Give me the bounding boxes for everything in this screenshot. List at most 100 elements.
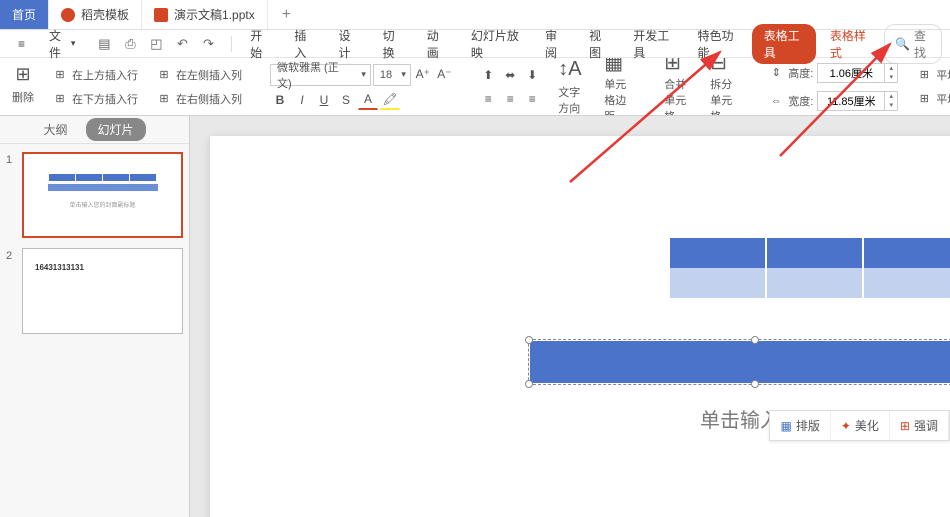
dist-cols-icon: ⊞ [916, 91, 932, 107]
search-icon: 🔍 [895, 37, 910, 51]
layout-icon: ▦ [780, 419, 791, 433]
thumb2-title: 16431313131 [35, 263, 170, 272]
tab-slides[interactable]: 幻灯片 [86, 118, 146, 141]
text-direction[interactable]: ↕A 文字方向 [552, 58, 588, 116]
ribbon: ⊞ 删除 ⊞在上方插入行 ⊞在下方插入行 ⊞在左侧插入列 ⊞在右侧插入列 微软雅… [0, 58, 950, 116]
bold-icon[interactable]: B [270, 90, 290, 110]
strike-icon[interactable]: S [336, 90, 356, 110]
delete-button[interactable]: 删除 [8, 87, 38, 107]
delete-icon[interactable]: ⊞ [15, 67, 31, 83]
width-spinner[interactable]: ▴▾ [817, 91, 898, 111]
menu-slideshow[interactable]: 幻灯片放映 [461, 23, 531, 65]
emphasis-icon: ⊞ [900, 419, 910, 433]
group-size: ⇕ 高度: ▴▾ ⇔ 宽度: ▴▾ [764, 61, 902, 113]
menu-start[interactable]: 开始 [240, 23, 280, 65]
merge-cells[interactable]: ⊞ 合并单元格 [658, 58, 694, 116]
resize-handle[interactable] [751, 336, 759, 344]
slide-panel: 大纲 幻灯片 1 单击输入您的封面副标题 2 16431313131 [0, 116, 190, 517]
cell-margin[interactable]: ▦ 单元格边距 [598, 58, 634, 116]
beauty-icon: ✦ [841, 419, 851, 433]
group-insert-col: ⊞在左侧插入列 ⊞在右侧插入列 [152, 65, 246, 109]
resize-handle[interactable] [525, 336, 533, 344]
print-icon[interactable]: ⎙ [121, 35, 139, 53]
divider [231, 36, 232, 52]
redo-icon[interactable]: ↷ [199, 35, 217, 53]
menu-transition[interactable]: 切换 [373, 23, 413, 65]
panel-tabs: 大纲 幻灯片 [0, 116, 189, 144]
spin-down-icon[interactable]: ▾ [885, 73, 897, 82]
row-below-icon: ⊞ [52, 91, 68, 107]
thumbnail-2[interactable]: 16431313131 [22, 248, 183, 334]
menu-animation[interactable]: 动画 [417, 23, 457, 65]
align-center-icon[interactable]: ≡ [500, 89, 520, 109]
insert-col-right[interactable]: ⊞在右侧插入列 [152, 89, 246, 109]
tab-template-label: 稻壳模板 [81, 6, 129, 23]
slide[interactable]: 单击输入您的封面副标 [210, 136, 950, 517]
highlight-icon[interactable]: 🖍 [380, 90, 400, 110]
float-layout[interactable]: ▦排版 [770, 411, 830, 440]
dist-rows[interactable]: ⊞平均分布各行 [912, 65, 950, 85]
float-toolbar: ▦排版 ✦美化 ⊞强调 [769, 410, 950, 441]
underline-icon[interactable]: U [314, 90, 334, 110]
increase-font-icon[interactable]: A⁺ [413, 64, 433, 84]
insert-row-above[interactable]: ⊞在上方插入行 [48, 65, 142, 85]
tab-document-label: 演示文稿1.pptx [174, 6, 255, 23]
chevron-down-icon: ▾ [401, 69, 406, 80]
spin-up-icon[interactable]: ▴ [885, 64, 897, 73]
chevron-down-icon: ▾ [71, 38, 76, 49]
thumb-number: 1 [6, 152, 16, 238]
preview-icon[interactable]: ◰ [147, 35, 165, 53]
insert-col-left[interactable]: ⊞在左侧插入列 [152, 65, 246, 85]
hamburger-menu[interactable]: ≡ [8, 33, 35, 55]
font-name-select[interactable]: 微软雅黑 (正文)▾ [270, 64, 371, 86]
text-direction-icon: ↕A [558, 58, 582, 82]
float-emphasis[interactable]: ⊞强调 [890, 411, 949, 440]
group-delete: ⊞ 删除 [8, 67, 38, 107]
width-label: 宽度: [788, 93, 813, 109]
menu-table-tools[interactable]: 表格工具 [752, 24, 816, 64]
width-icon: ⇔ [768, 93, 784, 109]
save-icon[interactable]: ▤ [95, 35, 113, 53]
group-distribute: ⊞平均分布各行 ⊞平均分布各列 [912, 65, 950, 109]
decrease-font-icon[interactable]: A⁻ [435, 64, 455, 84]
menu-file[interactable]: 文件 ▾ [39, 23, 85, 65]
split-icon: ⊟ [710, 58, 734, 74]
canvas[interactable]: 单击输入您的封面副标 ▦排版 ✦美化 ⊞强调 [190, 116, 950, 517]
menu-file-label: 文件 [49, 27, 68, 61]
col-left-icon: ⊞ [156, 67, 172, 83]
height-input[interactable] [818, 67, 884, 79]
font-size-select[interactable]: 18▾ [373, 64, 411, 86]
dist-rows-icon: ⊞ [916, 67, 932, 83]
thumbnails: 1 单击输入您的封面副标题 2 16431313131 [0, 144, 189, 517]
width-input[interactable] [818, 95, 884, 107]
search-box[interactable]: 🔍 查找 [884, 24, 942, 64]
align-right-icon[interactable]: ≡ [522, 89, 542, 109]
merge-icon: ⊞ [664, 58, 688, 74]
align-top-icon[interactable]: ⬆ [478, 65, 498, 85]
menu-table-style[interactable]: 表格样式 [820, 23, 880, 65]
height-spinner[interactable]: ▴▾ [817, 63, 898, 83]
italic-icon[interactable]: I [292, 90, 312, 110]
float-beauty[interactable]: ✦美化 [831, 411, 890, 440]
undo-icon[interactable]: ↶ [173, 35, 191, 53]
spin-down-icon[interactable]: ▾ [885, 101, 897, 110]
col-right-icon: ⊞ [156, 91, 172, 107]
align-bottom-icon[interactable]: ⬇ [522, 65, 542, 85]
resize-handle[interactable] [751, 380, 759, 388]
chevron-down-icon: ▾ [361, 69, 366, 80]
menubar: ≡ 文件 ▾ ▤ ⎙ ◰ ↶ ↷ 开始 插入 设计 切换 动画 幻灯片放映 审阅… [0, 30, 950, 58]
selected-table[interactable] [530, 341, 950, 383]
tab-outline[interactable]: 大纲 [43, 118, 67, 141]
slide-table-top[interactable] [670, 238, 950, 298]
dist-cols[interactable]: ⊞平均分布各列 [912, 89, 950, 109]
align-middle-icon[interactable]: ⬌ [500, 65, 520, 85]
resize-handle[interactable] [525, 380, 533, 388]
thumbnail-1[interactable]: 单击输入您的封面副标题 [22, 152, 183, 238]
template-icon [61, 8, 75, 22]
row-above-icon: ⊞ [52, 67, 68, 83]
insert-row-below[interactable]: ⊞在下方插入行 [48, 89, 142, 109]
spin-up-icon[interactable]: ▴ [885, 92, 897, 101]
split-cells[interactable]: ⊟ 拆分单元格 [704, 58, 740, 116]
align-left-icon[interactable]: ≡ [478, 89, 498, 109]
font-color-icon[interactable]: A [358, 90, 378, 110]
